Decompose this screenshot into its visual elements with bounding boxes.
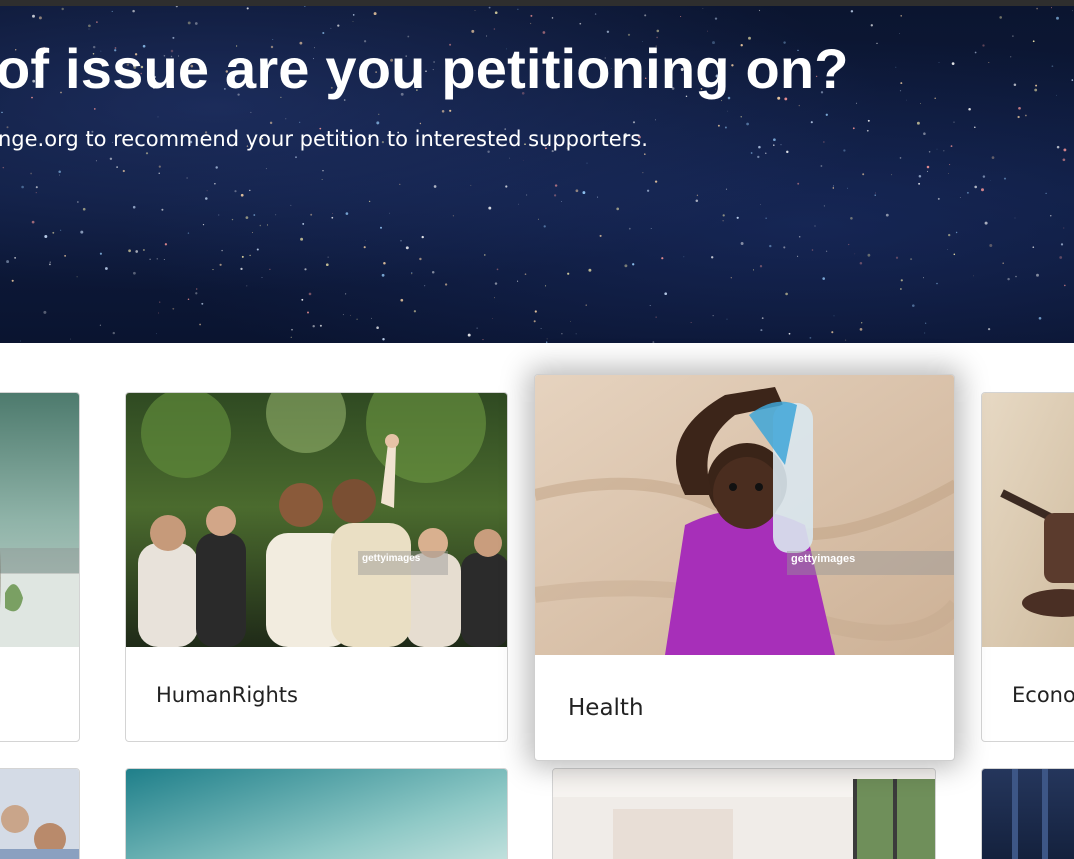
category-card-partial-left[interactable] bbox=[0, 392, 80, 742]
building-photo bbox=[982, 769, 1074, 859]
category-card-row2-3[interactable] bbox=[552, 768, 936, 859]
category-label-health: Health bbox=[568, 695, 644, 721]
child-with-water-bottle-photo: gettyimages bbox=[535, 375, 954, 655]
page-subtitle: nge.org to recommend your petition to in… bbox=[0, 127, 648, 151]
category-card-row2-1[interactable] bbox=[0, 768, 80, 859]
category-card-economy[interactable]: Econo bbox=[981, 392, 1074, 742]
svg-text:gettyimages: gettyimages bbox=[362, 553, 421, 564]
category-card-human-rights[interactable]: gettyimages HumanRights bbox=[125, 392, 508, 742]
category-card-health[interactable]: gettyimages Health bbox=[534, 374, 955, 761]
category-card-row2-4[interactable] bbox=[981, 768, 1074, 859]
category-label-human-rights: HumanRights bbox=[156, 683, 298, 707]
category-card-row2-2[interactable] bbox=[125, 768, 508, 859]
page-title: of issue are you petitioning on? bbox=[0, 37, 849, 100]
gavel-photo bbox=[982, 393, 1074, 647]
crowd-photo bbox=[0, 769, 79, 859]
ocean-photo bbox=[126, 769, 507, 859]
nature-photo bbox=[0, 393, 79, 647]
interior-room-photo bbox=[553, 769, 935, 859]
celebration-photo: gettyimages bbox=[126, 393, 507, 647]
category-label-economy: Econo bbox=[1012, 683, 1074, 707]
hero-banner: of issue are you petitioning on? nge.org… bbox=[0, 6, 1074, 343]
svg-text:gettyimages: gettyimages bbox=[791, 553, 855, 565]
